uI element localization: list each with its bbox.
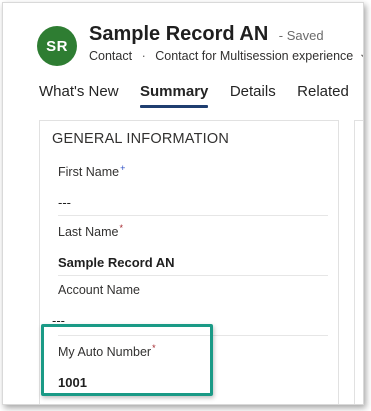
entity-name: Contact — [89, 49, 133, 63]
record-title: Sample Record AN — [89, 23, 269, 45]
field-divider — [58, 215, 328, 216]
form-name: Contact for Multisession experience — [155, 49, 354, 63]
record-form-window: SR Sample Record AN - Saved Contact · Co… — [2, 2, 364, 405]
highlight-box — [41, 324, 213, 396]
form-selector[interactable]: Contact for Multisession experience — [155, 49, 363, 63]
last-name-field[interactable]: Last Name* Sample Record AN — [58, 223, 328, 270]
account-name-field[interactable]: Account Name --- — [52, 283, 328, 328]
field-label: Last Name* — [58, 223, 123, 240]
first-name-field[interactable]: First Name+ --- — [58, 163, 328, 210]
field-value: Sample Record AN — [58, 255, 175, 271]
subtitle-separator: · — [141, 49, 146, 63]
section-title: GENERAL INFORMATION — [52, 131, 230, 147]
side-panel — [354, 120, 363, 404]
recommended-marker: + — [120, 163, 126, 173]
required-marker: * — [119, 223, 123, 233]
field-label: Account Name — [58, 283, 140, 297]
tab-related[interactable]: Related — [297, 83, 349, 106]
record-subtitle: Contact · Contact for Multisession exper… — [89, 49, 363, 63]
form-tabs: What's New Summary Details Related — [39, 83, 363, 109]
save-status: - Saved — [278, 28, 324, 43]
chevron-down-icon — [360, 52, 363, 63]
tab-summary[interactable]: Summary — [140, 83, 209, 108]
tab-details[interactable]: Details — [230, 83, 276, 106]
field-divider — [58, 275, 328, 276]
field-label: First Name+ — [58, 163, 126, 180]
record-header: Sample Record AN - Saved — [89, 23, 324, 46]
field-value: --- — [58, 195, 71, 211]
tab-whats-new[interactable]: What's New — [39, 83, 119, 106]
avatar: SR — [37, 26, 77, 66]
